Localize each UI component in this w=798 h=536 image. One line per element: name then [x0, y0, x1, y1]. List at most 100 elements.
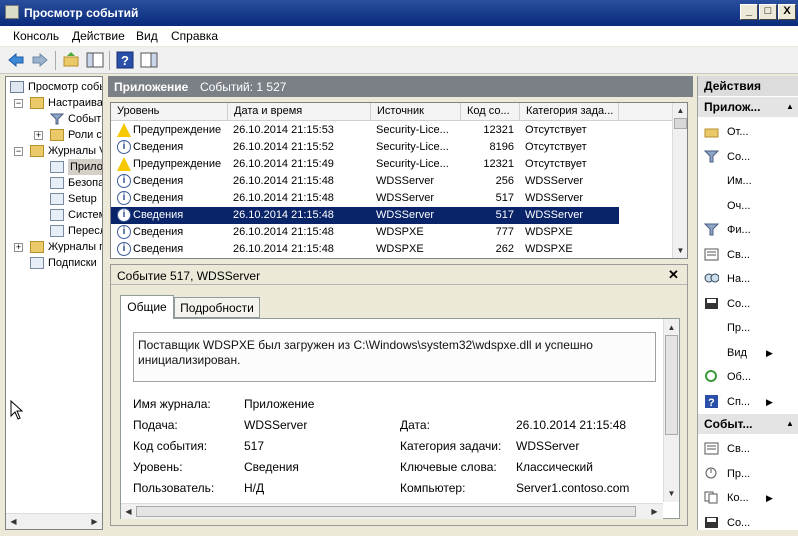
- action-item[interactable]: Со...: [698, 511, 798, 535]
- action-item[interactable]: Со...: [698, 145, 798, 169]
- menu-help[interactable]: Справка: [171, 29, 218, 43]
- actions-section-application[interactable]: Прилож... ▲: [698, 97, 798, 117]
- cell-source: WDSPXE: [376, 226, 424, 238]
- event-description[interactable]: Поставщик WDSPXE был загружен из C:\Wind…: [133, 332, 656, 382]
- action-item[interactable]: Св...: [698, 437, 798, 461]
- scroll-down-icon[interactable]: ▼: [665, 487, 678, 500]
- scroll-up-icon[interactable]: ▲: [674, 104, 687, 117]
- actions-section-event[interactable]: Событ... ▲: [698, 414, 798, 434]
- grid-vscrollbar[interactable]: ▲ ▼: [672, 103, 687, 258]
- action-label: Вид: [727, 346, 747, 359]
- cell-date: 26.10.2014 21:15:52: [233, 141, 334, 153]
- action-item[interactable]: Пр...: [698, 316, 798, 340]
- column-header-date[interactable]: Дата и время: [228, 103, 371, 121]
- table-row[interactable]: i Сведения 26.10.2014 21:15:48 WDSServer 256…: [111, 173, 619, 190]
- scroll-thumb[interactable]: [665, 335, 678, 435]
- scroll-left-icon[interactable]: ◀: [7, 515, 20, 528]
- tree-item-security[interactable]: Безопа: [8, 175, 102, 191]
- action-item[interactable]: ? Сп... ▶: [698, 390, 798, 414]
- menu-view[interactable]: Вид: [136, 29, 158, 43]
- collapse-icon[interactable]: −: [14, 147, 23, 156]
- tab-details[interactable]: Подробности: [174, 297, 260, 318]
- maximize-button[interactable]: □: [759, 4, 777, 20]
- tree-label: Безопа: [68, 177, 102, 189]
- tree-item-app-logs[interactable]: + Журналы п: [8, 239, 102, 255]
- scroll-right-icon[interactable]: ▶: [648, 505, 661, 518]
- action-label: Сп...: [727, 395, 751, 408]
- scroll-up-icon[interactable]: ▲: [665, 321, 678, 334]
- show-action-pane-icon[interactable]: [140, 51, 158, 69]
- table-row[interactable]: i Сведения 26.10.2014 21:15:48 WDSServer 517…: [111, 207, 619, 224]
- close-button[interactable]: X: [778, 4, 796, 20]
- table-row[interactable]: i Сведения 26.10.2014 21:15:48 WDSServer 517…: [111, 190, 619, 207]
- expand-icon[interactable]: +: [14, 243, 23, 252]
- table-row[interactable]: i Сведения 26.10.2014 21:15:48 WDSPXE 262 WDS…: [111, 241, 619, 258]
- tree-item-application[interactable]: Прилож: [8, 159, 102, 175]
- action-item[interactable]: От...: [698, 120, 798, 144]
- mouse-cursor: [10, 399, 24, 420]
- collapse-arrow-icon[interactable]: ▲: [786, 414, 794, 434]
- action-item[interactable]: На...: [698, 267, 798, 291]
- menu-console[interactable]: Консоль: [13, 29, 59, 43]
- detail-close-icon[interactable]: ✕: [668, 267, 679, 283]
- cell-category: WDSServer: [525, 209, 584, 221]
- action-item[interactable]: Об...: [698, 365, 798, 389]
- tree-item-system[interactable]: Систем: [8, 207, 102, 223]
- tree-item-custom-views[interactable]: − Настраива: [8, 95, 102, 111]
- table-row[interactable]: Предупреждение 26.10.2014 21:15:49 Securit…: [111, 156, 619, 173]
- column-header-event-id[interactable]: Код со...: [461, 103, 520, 121]
- collapse-icon[interactable]: −: [14, 99, 23, 108]
- cell-category: Отсутствует: [525, 158, 587, 170]
- back-arrow-icon[interactable]: [7, 51, 25, 69]
- action-item[interactable]: Вид ▶: [698, 341, 798, 365]
- table-row[interactable]: i Сведения 26.10.2014 21:15:52 Security-Lic…: [111, 139, 619, 156]
- tree-item-roles[interactable]: + Роли се: [8, 127, 102, 143]
- action-item[interactable]: Пр...: [698, 462, 798, 486]
- action-item[interactable]: Св...: [698, 243, 798, 267]
- scroll-thumb[interactable]: [136, 506, 636, 517]
- event-id-value: 517: [244, 439, 265, 453]
- show-hide-tree-icon[interactable]: [86, 51, 104, 69]
- tab-general[interactable]: Общие: [120, 295, 174, 319]
- tree-item-events[interactable]: События: [8, 111, 102, 127]
- scroll-down-icon[interactable]: ▼: [674, 244, 687, 257]
- scroll-right-icon[interactable]: ▶: [88, 515, 101, 528]
- tree-item-setup[interactable]: Setup: [8, 191, 102, 207]
- action-item[interactable]: Ко... ▶: [698, 486, 798, 510]
- help-icon[interactable]: ?: [116, 51, 134, 69]
- action-item[interactable]: Оч...: [698, 194, 798, 218]
- table-row[interactable]: Предупреждение 26.10.2014 21:15:53 Securit…: [111, 122, 619, 139]
- expand-icon[interactable]: +: [34, 131, 43, 140]
- tree-item-forwarded[interactable]: Пересл: [8, 223, 102, 239]
- forward-arrow-icon[interactable]: [31, 51, 49, 69]
- event-detail-pane: Событие 517, WDSServer ✕ Общие Подробнос…: [110, 264, 688, 526]
- tree-label: События: [68, 113, 102, 125]
- log-icon: [50, 193, 64, 205]
- cell-category: WDSServer: [525, 192, 584, 204]
- detail-hscrollbar[interactable]: ◀ ▶: [121, 503, 663, 519]
- column-header-level[interactable]: Уровень: [111, 103, 228, 121]
- column-header-task-category[interactable]: Категория зада...: [520, 103, 619, 121]
- minimize-button[interactable]: _: [740, 4, 758, 20]
- action-item[interactable]: Им...: [698, 169, 798, 193]
- properties-icon: [704, 248, 719, 260]
- tree-item-subscriptions[interactable]: Подписки: [8, 255, 102, 271]
- action-item[interactable]: Со...: [698, 292, 798, 316]
- column-header-source[interactable]: Источник: [371, 103, 461, 121]
- scroll-left-icon[interactable]: ◀: [122, 505, 135, 518]
- title-bar: Просмотр событий _ □ X: [0, 0, 798, 26]
- tree-item-windows-logs[interactable]: − Журналы V: [8, 143, 102, 159]
- action-item[interactable]: Фи...: [698, 218, 798, 242]
- cell-source: WDSServer: [376, 175, 435, 187]
- scroll-thumb[interactable]: [674, 118, 687, 129]
- tree-hscrollbar[interactable]: ◀ ▶: [6, 513, 102, 529]
- cell-date: 26.10.2014 21:15:48: [233, 209, 334, 221]
- table-row[interactable]: i Сведения 26.10.2014 21:15:48 WDSPXE 777 WDS…: [111, 224, 619, 241]
- detail-vscrollbar[interactable]: ▲ ▼: [663, 319, 679, 502]
- up-folder-icon[interactable]: [62, 51, 80, 69]
- collapse-arrow-icon[interactable]: ▲: [786, 97, 794, 117]
- tree-root[interactable]: Просмотр событ: [8, 79, 102, 95]
- tree-label: Подписки: [48, 257, 97, 269]
- menu-action[interactable]: Действие: [72, 29, 125, 43]
- actions-title: Действия: [698, 76, 798, 96]
